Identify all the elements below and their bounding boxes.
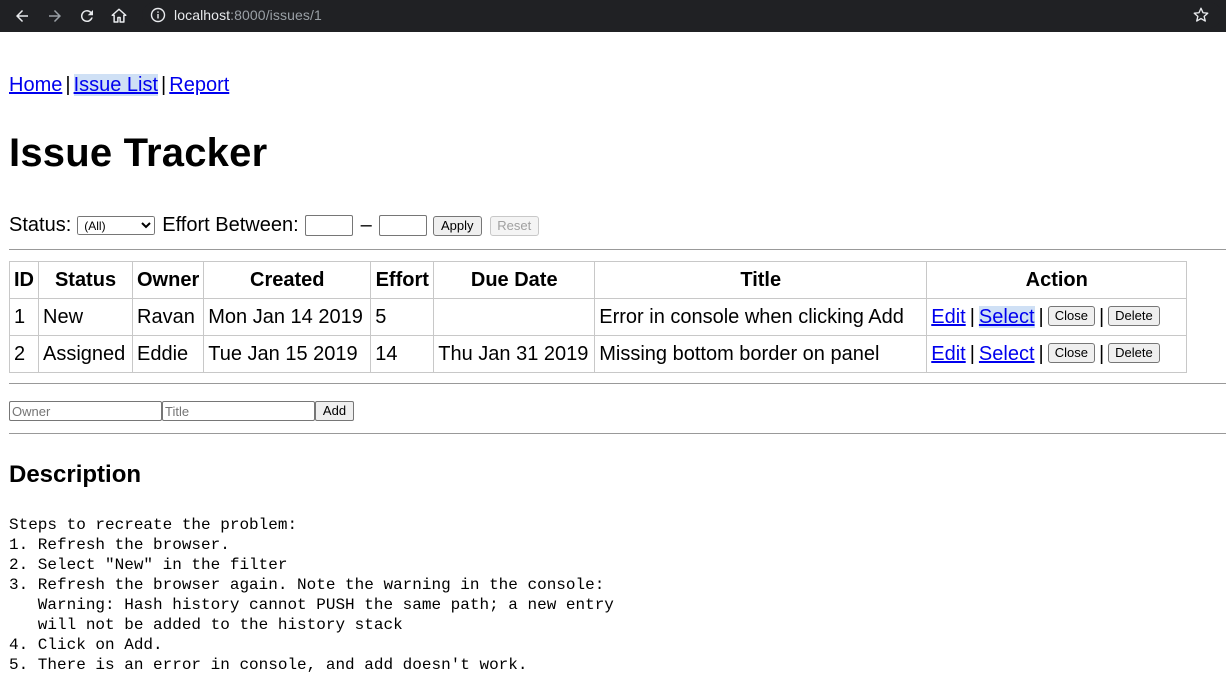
close-issue-button[interactable]: Close [1047, 306, 1095, 327]
title-input[interactable] [162, 401, 315, 421]
bookmark-star-icon[interactable] [1192, 6, 1210, 24]
effort-min-input[interactable] [304, 215, 353, 236]
cell-effort: 14 [370, 335, 435, 373]
select-link[interactable]: Select [979, 343, 1035, 365]
cell-owner: Eddie [131, 335, 205, 373]
cell-created: Mon Jan 14 2019 [203, 298, 372, 336]
reload-icon[interactable] [75, 4, 99, 28]
delete-issue-button[interactable]: Delete [1108, 343, 1160, 364]
top-navigation: Home | Issue List | Report [9, 74, 229, 97]
cell-created: Tue Jan 15 2019 [203, 335, 372, 373]
divider [9, 433, 1226, 434]
table-row[interactable]: 2 Assigned Eddie Tue Jan 15 2019 14 Thu … [9, 335, 1188, 373]
cell-status: Assigned [38, 335, 133, 373]
column-header-effort: Effort [370, 261, 435, 299]
cell-actions: Edit | Select | Close | Delete [926, 298, 1188, 336]
column-header-owner: Owner [131, 261, 205, 299]
info-icon[interactable] [150, 7, 166, 23]
nav-separator: | [161, 74, 167, 96]
apply-button[interactable]: Apply [432, 215, 482, 236]
effort-range-dash: – [360, 214, 372, 236]
cell-title: Missing bottom border on panel [594, 335, 928, 373]
description-heading: Description [9, 461, 142, 488]
cell-status: New [38, 298, 133, 336]
action-separator: | [1098, 305, 1105, 328]
nav-link-issue-list[interactable]: Issue List [73, 74, 159, 96]
url-host: localhost [174, 7, 231, 23]
back-arrow-icon[interactable] [10, 4, 34, 28]
cell-actions: Edit | Select | Close | Delete [926, 335, 1188, 373]
reset-button[interactable]: Reset [489, 215, 539, 236]
action-separator: | [969, 342, 975, 365]
action-separator: | [1098, 342, 1105, 365]
url-path: :8000/issues/1 [230, 7, 322, 23]
column-header-created: Created [203, 261, 372, 299]
action-separator: | [1038, 342, 1044, 365]
forward-arrow-icon[interactable] [43, 4, 67, 28]
cell-effort: 5 [370, 298, 435, 336]
home-icon[interactable] [107, 4, 131, 28]
owner-input[interactable] [9, 401, 162, 421]
issue-table: ID Status Owner Created Effort Due Date … [9, 261, 1188, 373]
column-header-title: Title [594, 261, 928, 299]
status-filter-select[interactable]: (All) [77, 216, 156, 235]
column-header-status: Status [38, 261, 133, 299]
nav-link-home[interactable]: Home [9, 74, 62, 96]
cell-title: Error in console when clicking Add [594, 298, 928, 336]
nav-separator: | [65, 74, 71, 96]
description-text: Steps to recreate the problem: 1. Refres… [9, 516, 614, 674]
cell-due-date [433, 298, 596, 336]
column-header-id: ID [9, 261, 39, 299]
effort-filter-label: Effort Between: [162, 214, 299, 236]
close-issue-button[interactable]: Close [1047, 343, 1095, 364]
url-text: localhost:8000/issues/1 [174, 7, 322, 23]
select-link[interactable]: Select [978, 305, 1035, 328]
browser-toolbar: localhost:8000/issues/1 [0, 0, 1226, 32]
column-header-due-date: Due Date [433, 261, 596, 299]
effort-max-input[interactable] [378, 215, 427, 236]
add-button[interactable]: Add [315, 401, 354, 421]
edit-link[interactable]: Edit [931, 306, 965, 328]
table-row[interactable]: 1 New Ravan Mon Jan 14 2019 5 Error in c… [9, 298, 1188, 336]
cell-id: 2 [9, 335, 39, 373]
action-separator: | [1038, 305, 1044, 328]
table-header-row: ID Status Owner Created Effort Due Date … [9, 261, 1188, 299]
cell-owner: Ravan [131, 298, 205, 336]
edit-link[interactable]: Edit [931, 343, 965, 365]
status-filter-label: Status: [9, 214, 72, 236]
divider [9, 383, 1226, 384]
add-issue-form: Add [9, 401, 354, 421]
page-title: Issue Tracker [9, 131, 268, 175]
action-separator: | [969, 305, 975, 328]
column-header-action: Action [926, 261, 1188, 299]
cell-id: 1 [9, 298, 39, 336]
issue-filter: Status: (All) Effort Between: – Apply Re… [9, 214, 539, 237]
divider [9, 249, 1226, 250]
address-bar[interactable]: localhost:8000/issues/1 [142, 2, 1222, 28]
cell-due-date: Thu Jan 31 2019 [433, 335, 596, 373]
nav-link-report[interactable]: Report [169, 74, 229, 96]
delete-issue-button[interactable]: Delete [1108, 306, 1160, 327]
